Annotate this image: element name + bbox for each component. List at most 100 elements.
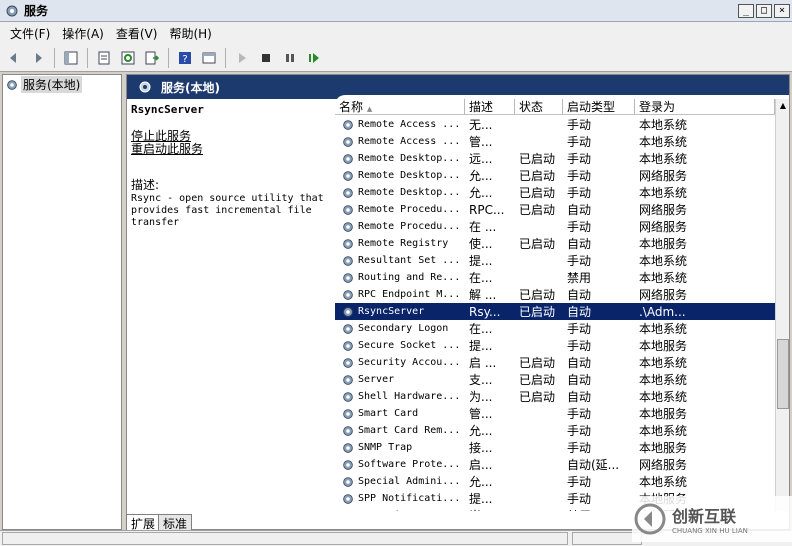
service-name: Smart Card xyxy=(358,408,419,419)
service-name-cell: Software Prote... xyxy=(335,458,465,472)
toolbar-separator xyxy=(87,47,88,68)
service-name: Remote Access ... xyxy=(358,136,461,147)
service-description-cell: 允... xyxy=(469,169,493,183)
table-row[interactable]: Remote Desktop... 远... 已启动 手动 本地系统 xyxy=(335,150,775,167)
table-row[interactable]: Remote Registry 使... 已启动 自动 本地服务 xyxy=(335,235,775,252)
tree-node-services-local[interactable]: 服务(本地) xyxy=(3,75,121,94)
table-row[interactable]: RPC Endpoint M... 解 ... 已启动 自动 网络服务 xyxy=(335,286,775,303)
forward-button[interactable] xyxy=(28,48,48,68)
export-button[interactable] xyxy=(142,48,162,68)
tab-standard[interactable]: 标准 xyxy=(158,514,193,531)
service-gear-icon xyxy=(343,459,353,470)
back-button[interactable] xyxy=(4,48,24,68)
table-row[interactable]: Remote Desktop... 允... 已启动 手动 网络服务 xyxy=(335,167,775,184)
service-startup-type-cell: 手动 xyxy=(567,424,592,438)
column-header-name[interactable]: 名称 ▲ xyxy=(335,99,465,114)
service-startup-type-cell: 自动 xyxy=(567,237,592,251)
menu-file[interactable]: 文件(F) xyxy=(4,25,56,42)
table-row[interactable]: Server 支... 已启动 自动 本地系统 xyxy=(335,371,775,388)
service-logon-cell: 本地系统 xyxy=(639,373,688,387)
service-startup-type-cell: 手动 xyxy=(567,186,592,200)
service-description-cell: 提... xyxy=(469,492,493,506)
table-row[interactable]: Resultant Set ... 提... 手动 本地系统 xyxy=(335,252,775,269)
service-description-cell: 接... xyxy=(469,441,493,455)
service-name: Shell Hardware... xyxy=(358,391,461,402)
table-row[interactable]: Shell Hardware... 为... 已启动 自动 本地系统 xyxy=(335,388,775,405)
column-header-description[interactable]: 描述 xyxy=(465,99,515,114)
service-gear-icon xyxy=(343,204,353,215)
maximize-button[interactable]: □ xyxy=(756,3,772,18)
tab-extended[interactable]: 扩展 xyxy=(126,514,161,531)
table-row[interactable]: Secure Socket ... 提... 手动 本地服务 xyxy=(335,337,775,354)
table-row[interactable]: Remote Access ... 管... 手动 本地系统 xyxy=(335,133,775,150)
service-description-cell: 允... xyxy=(469,186,493,200)
service-name: Remote Desktop... xyxy=(358,153,461,164)
table-row[interactable]: Smart Card 管... 手动 本地服务 xyxy=(335,405,775,422)
service-gear-icon xyxy=(343,442,353,453)
service-logon-cell: 本地服务 xyxy=(639,237,688,251)
toolbar-separator xyxy=(225,47,226,68)
show-tree-button[interactable] xyxy=(61,48,81,68)
menu-help[interactable]: 帮助(H) xyxy=(163,25,217,42)
export-icon xyxy=(145,51,160,64)
scrollbar-thumb[interactable] xyxy=(777,339,789,409)
table-row[interactable]: Remote Procedu... RPC... 已启动 自动 网络服务 xyxy=(335,201,775,218)
refresh-button[interactable] xyxy=(118,48,138,68)
service-startup-type-cell: 自动 xyxy=(567,305,592,319)
restart-service-button[interactable] xyxy=(304,48,324,68)
service-description-cell: 使... xyxy=(469,237,493,251)
service-status-cell: 已启动 xyxy=(519,356,556,370)
view-button[interactable] xyxy=(199,48,219,68)
table-row[interactable]: Software Prote... 启... 自动(延... 网络服务 xyxy=(335,456,775,473)
service-name-cell: Remote Desktop... xyxy=(335,186,465,200)
service-name-cell: Remote Registry xyxy=(335,237,465,251)
start-service-button[interactable] xyxy=(232,48,252,68)
table-row[interactable]: Remote Desktop... 允... 已启动 手动 本地系统 xyxy=(335,184,775,201)
column-header-log-on-as[interactable]: 登录为 xyxy=(635,99,775,114)
service-startup-type-cell: 自动 xyxy=(567,356,592,370)
table-row[interactable]: Secondary Logon 在... 手动 本地系统 xyxy=(335,320,775,337)
service-logon-cell: 本地系统 xyxy=(639,135,688,149)
table-row[interactable]: SNMP Trap 接... 手动 本地服务 xyxy=(335,439,775,456)
extended-description: RsyncServer 停止此服务 重启动此服务 描述: Rsync - ope… xyxy=(131,101,331,511)
services-gear-icon xyxy=(7,79,17,90)
properties-button[interactable] xyxy=(94,48,114,68)
status-panel xyxy=(2,532,568,545)
service-status-cell: 已启动 xyxy=(519,373,556,387)
table-row[interactable]: Smart Card Rem... 允... 手动 本地系统 xyxy=(335,422,775,439)
table-row[interactable]: Routing and Re... 在... 禁用 本地系统 xyxy=(335,269,775,286)
service-logon-cell: 网络服务 xyxy=(639,458,688,472)
service-gear-icon xyxy=(343,255,353,266)
service-logon-cell: 本地服务 xyxy=(639,339,688,353)
column-header-startup-type[interactable]: 启动类型 xyxy=(563,99,635,114)
column-header-status[interactable]: 状态 xyxy=(515,99,563,114)
table-row[interactable]: Remote Access ... 无... 手动 本地系统 xyxy=(335,116,775,133)
service-logon-cell: .\Adm... xyxy=(639,304,686,319)
help-button[interactable]: ? xyxy=(175,48,195,68)
minimize-button[interactable]: _ xyxy=(738,3,754,18)
restart-service-link[interactable]: 重启动此服务 xyxy=(131,143,331,156)
table-row[interactable]: Special Admini... 允... 手动 本地系统 xyxy=(335,473,775,490)
service-logon-cell: 本地系统 xyxy=(639,118,688,132)
pause-service-button[interactable] xyxy=(280,48,300,68)
description-text: Rsync - open source utility that provide… xyxy=(131,193,324,228)
scroll-up-icon[interactable]: ▲ xyxy=(776,99,789,113)
arrow-right-icon xyxy=(36,52,42,63)
close-button[interactable]: × xyxy=(774,3,790,18)
service-startup-type-cell: 手动 xyxy=(567,339,592,353)
stop-service-button[interactable] xyxy=(256,48,276,68)
service-name: RPC Endpoint M... xyxy=(358,289,461,300)
service-name: Secure Socket ... xyxy=(358,340,461,351)
service-logon-cell: 本地系统 xyxy=(639,271,688,285)
service-status-cell: 已启动 xyxy=(519,237,556,251)
table-row[interactable]: Security Accou... 启 ... 已启动 自动 本地系统 xyxy=(335,354,775,371)
vertical-scrollbar[interactable]: ▲ xyxy=(775,99,789,511)
menu-action[interactable]: 操作(A) xyxy=(56,25,110,42)
table-row[interactable]: RsyncServer Rsy... 已启动 自动 .\Adm... xyxy=(335,302,776,321)
service-name: Routing and Re... xyxy=(358,272,461,283)
table-row[interactable]: Remote Procedu... 在 ... 手动 网络服务 xyxy=(335,218,775,235)
service-name-cell: SNMP Trap xyxy=(335,441,465,455)
menu-view[interactable]: 查看(V) xyxy=(110,25,164,42)
service-gear-icon xyxy=(343,323,353,334)
service-name-cell: Remote Access ... xyxy=(335,135,465,149)
